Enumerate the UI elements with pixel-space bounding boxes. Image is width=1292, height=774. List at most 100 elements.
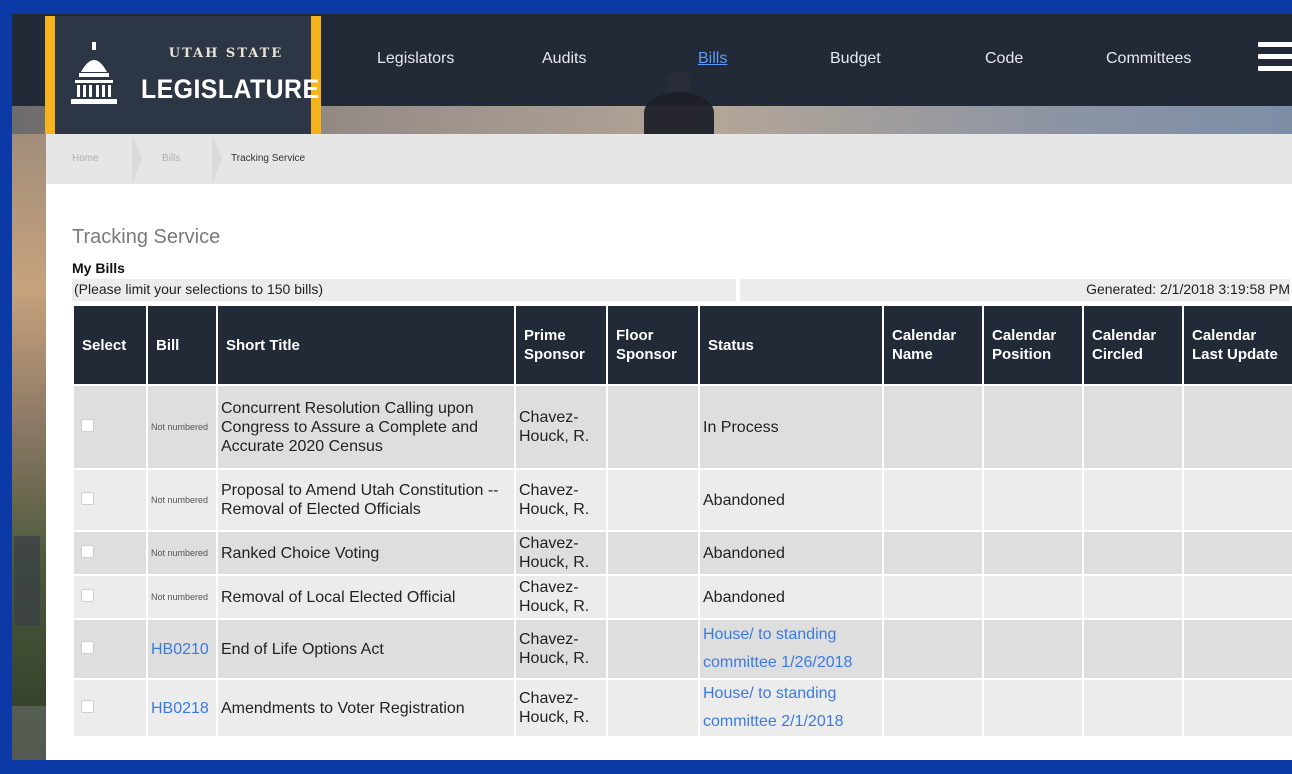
calendar-last-update <box>1182 468 1292 532</box>
info-bar-divider <box>736 279 740 301</box>
calendar-circled <box>1082 530 1184 576</box>
select-checkbox[interactable] <box>81 544 94 558</box>
limit-note: (Please limit your selections to 150 bil… <box>74 281 323 297</box>
prime-sponsor: Chavez-Houck, R. <box>514 678 608 738</box>
select-checkbox[interactable] <box>81 699 94 713</box>
nav-item-committees[interactable]: Committees <box>1106 50 1191 68</box>
status-text: Abandoned <box>698 530 884 576</box>
status-cell: House/ to standing committee 2/1/2018 <box>698 678 884 738</box>
breadcrumb-home[interactable]: Home <box>72 134 99 184</box>
select-checkbox[interactable] <box>81 418 94 432</box>
capitol-dome-base <box>644 92 714 134</box>
col-header-floor-sponsor: Floor Sponsor <box>606 304 700 386</box>
page-title: Tracking Service <box>72 226 221 248</box>
bill-number: Not numbered <box>146 574 218 620</box>
nav-item-bills[interactable]: Bills <box>698 50 727 68</box>
prime-sponsor: Chavez-Houck, R. <box>514 468 608 532</box>
prime-sponsor: Chavez-Houck, R. <box>514 618 608 680</box>
nav-item-code[interactable]: Code <box>985 50 1023 68</box>
col-header-bill: Bill <box>146 304 218 386</box>
info-bar: (Please limit your selections to 150 bil… <box>72 279 1290 301</box>
calendar-last-update <box>1182 530 1292 576</box>
bill-number-link[interactable]: HB0218 <box>151 700 209 717</box>
col-header-calendar-circled: Calendar Circled <box>1082 304 1184 386</box>
breadcrumb-bills[interactable]: Bills <box>162 134 180 184</box>
calendar-name <box>882 530 984 576</box>
col-header-calendar-position: Calendar Position <box>982 304 1084 386</box>
breadcrumb-current: Tracking Service <box>231 153 306 164</box>
select-checkbox[interactable] <box>81 491 94 505</box>
col-header-prime-sponsor: Prime Sponsor <box>514 304 608 386</box>
table-row: Not numbered Concurrent Resolution Calli… <box>72 384 1292 470</box>
prime-sponsor: Chavez-Houck, R. <box>514 384 608 470</box>
table-row: Not numbered Proposal to Amend Utah Cons… <box>72 468 1292 532</box>
calendar-last-update <box>1182 574 1292 620</box>
short-title: Removal of Local Elected Official <box>216 574 516 620</box>
select-checkbox[interactable] <box>81 588 94 602</box>
nav-item-budget[interactable]: Budget <box>830 50 881 68</box>
floor-sponsor <box>606 678 700 738</box>
short-title: Amendments to Voter Registration <box>216 678 516 738</box>
table-row: HB0218 Amendments to Voter Registration … <box>72 678 1292 738</box>
site-logo[interactable]: UTAH STATE LEGISLATURE <box>45 16 321 134</box>
content-panel: Home Bills Tracking Service Tracking Ser… <box>46 134 1292 760</box>
col-header-select: Select <box>72 304 148 386</box>
select-cell <box>72 618 148 680</box>
calendar-last-update <box>1182 384 1292 470</box>
prime-sponsor: Chavez-Houck, R. <box>514 530 608 576</box>
bill-number: Not numbered <box>146 468 218 532</box>
section-heading: My Bills <box>72 260 125 276</box>
status-link[interactable]: House/ to standing committee 1/26/2018 <box>703 626 852 671</box>
calendar-name <box>882 468 984 532</box>
calendar-circled <box>1082 384 1184 470</box>
select-cell <box>72 530 148 576</box>
table-row: Not numbered Ranked Choice Voting Chavez… <box>72 530 1292 576</box>
nav-item-legislators[interactable]: Legislators <box>377 50 454 68</box>
bill-number: Not numbered <box>146 384 218 470</box>
calendar-circled <box>1082 678 1184 738</box>
floor-sponsor <box>606 618 700 680</box>
status-text: In Process <box>698 384 884 470</box>
browser-frame: Legislators Audits Bills Budget Code Com… <box>12 14 1292 760</box>
prime-sponsor: Chavez-Houck, R. <box>514 574 608 620</box>
calendar-circled <box>1082 468 1184 532</box>
calendar-last-update <box>1182 618 1292 680</box>
floor-sponsor <box>606 574 700 620</box>
calendar-circled <box>1082 618 1184 680</box>
col-header-short-title: Short Title <box>216 304 516 386</box>
capitol-icon <box>71 42 117 104</box>
hamburger-menu-icon[interactable] <box>1258 42 1292 76</box>
select-cell <box>72 468 148 532</box>
select-checkbox[interactable] <box>81 640 94 654</box>
calendar-name <box>882 618 984 680</box>
calendar-position <box>982 530 1084 576</box>
short-title: Ranked Choice Voting <box>216 530 516 576</box>
bill-number-link[interactable]: HB0210 <box>151 641 209 658</box>
breadcrumb: Home Bills Tracking Service <box>46 134 1292 184</box>
floor-sponsor <box>606 384 700 470</box>
col-header-calendar-last-update: Calendar Last Update <box>1182 304 1292 386</box>
col-header-status: Status <box>698 304 884 386</box>
calendar-name <box>882 678 984 738</box>
bill-number: HB0210 <box>146 618 218 680</box>
logo-state-text: UTAH STATE <box>168 46 284 61</box>
calendar-position <box>982 678 1084 738</box>
calendar-position <box>982 468 1084 532</box>
calendar-name <box>882 574 984 620</box>
table-row: Not numbered Removal of Local Elected Of… <box>72 574 1292 620</box>
calendar-name <box>882 384 984 470</box>
short-title: Proposal to Amend Utah Constitution -- R… <box>216 468 516 532</box>
table-row: HB0210 End of Life Options Act Chavez-Ho… <box>72 618 1292 680</box>
calendar-position <box>982 574 1084 620</box>
nav-item-audits[interactable]: Audits <box>542 50 586 68</box>
calendar-last-update <box>1182 678 1292 738</box>
calendar-position <box>982 618 1084 680</box>
logo-legislature-text: LEGISLATURE <box>141 74 320 104</box>
status-link[interactable]: House/ to standing committee 2/1/2018 <box>703 685 844 730</box>
breadcrumb-separator <box>212 134 222 184</box>
generated-timestamp: Generated: 2/1/2018 3:19:58 PM <box>1086 281 1290 297</box>
floor-sponsor <box>606 468 700 532</box>
status-text: Abandoned <box>698 468 884 532</box>
table-header-row: Select Bill Short Title Prime Sponsor Fl… <box>72 304 1292 386</box>
calendar-circled <box>1082 574 1184 620</box>
